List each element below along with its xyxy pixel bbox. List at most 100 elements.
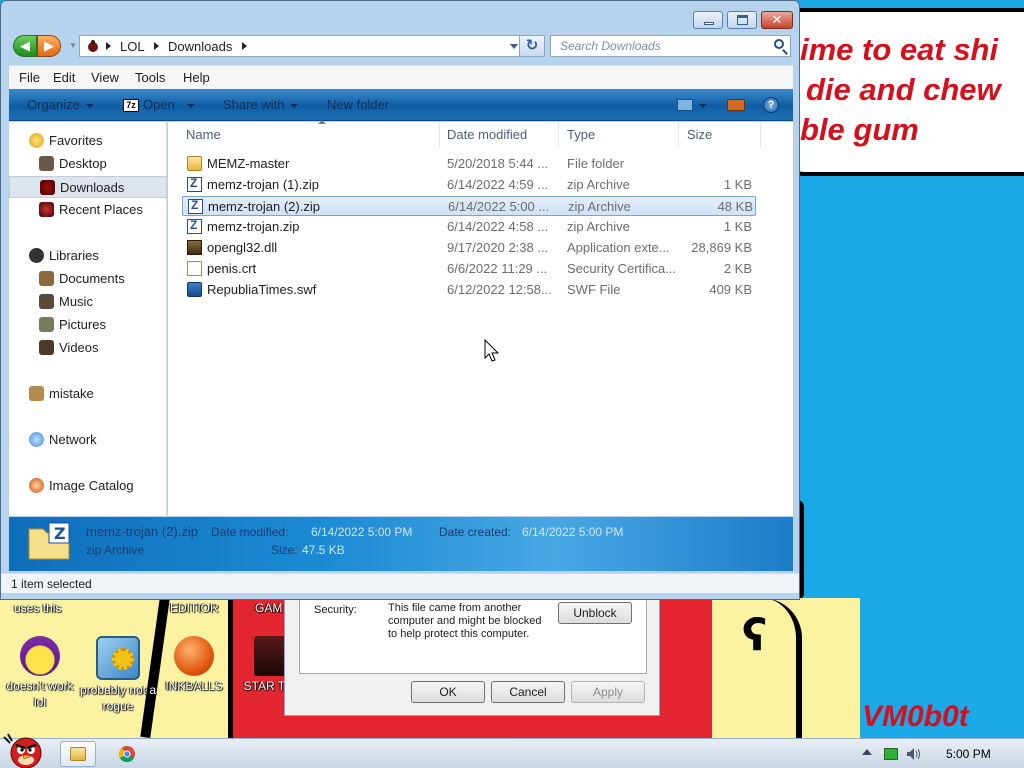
column-header-type[interactable]: Type bbox=[559, 122, 679, 148]
title-bar[interactable]: ✕ bbox=[1, 1, 799, 31]
breadcrumb-downloads[interactable]: Downloads bbox=[168, 39, 232, 54]
refresh-button[interactable]: ↻ bbox=[519, 35, 545, 57]
search-icon[interactable] bbox=[774, 39, 784, 49]
share-with-button[interactable]: Share with bbox=[223, 97, 299, 112]
breadcrumb-arrow-icon[interactable] bbox=[106, 42, 111, 50]
view-dropdown-icon[interactable] bbox=[699, 104, 707, 108]
file-type: zip Archive bbox=[567, 219, 630, 234]
column-header-date[interactable]: Date modified bbox=[439, 122, 559, 148]
menu-tools[interactable]: Tools bbox=[135, 70, 165, 85]
cancel-button[interactable]: Cancel bbox=[491, 681, 565, 703]
change-view-icon[interactable] bbox=[677, 99, 693, 111]
file-row[interactable]: memz-trojan (1).zip 6/14/2022 4:59 ... zip… bbox=[182, 175, 756, 195]
nav-recent-places[interactable]: Recent Places bbox=[9, 199, 167, 221]
desktop-icon-label-partial: EDITIOR bbox=[170, 601, 219, 615]
desktop-icon-yahoo-messenger[interactable]: doesn't work lol bbox=[0, 636, 80, 710]
breadcrumb-arrow-icon[interactable] bbox=[242, 42, 247, 50]
apply-button[interactable]: Apply bbox=[571, 681, 645, 703]
ok-button[interactable]: OK bbox=[411, 681, 485, 703]
minimize-button[interactable] bbox=[693, 11, 723, 29]
nav-downloads[interactable]: Downloads bbox=[9, 176, 167, 198]
file-row[interactable]: opengl32.dll 9/17/2020 2:38 ... Applicatio… bbox=[182, 238, 756, 258]
recent-places-icon bbox=[39, 202, 54, 217]
image-catalog-icon bbox=[29, 478, 44, 493]
column-header-name[interactable]: Name bbox=[178, 120, 440, 148]
gear-monitor-icon bbox=[96, 636, 140, 680]
file-name: RepubliaTimes.swf bbox=[207, 282, 317, 297]
nav-videos[interactable]: Videos bbox=[9, 337, 167, 359]
forward-button[interactable]: ▶ bbox=[37, 35, 61, 57]
nav-label: Pictures bbox=[59, 317, 106, 332]
organize-button[interactable]: Organize bbox=[27, 97, 94, 112]
breadcrumb-lol[interactable]: LOL bbox=[120, 39, 145, 54]
address-dropdown-icon[interactable] bbox=[510, 44, 518, 49]
folder-icon bbox=[70, 747, 86, 761]
nav-favorites[interactable]: Favorites bbox=[9, 130, 167, 152]
show-hidden-icons[interactable] bbox=[862, 749, 872, 755]
address-bar[interactable]: LOL Downloads bbox=[79, 35, 525, 57]
new-folder-button[interactable]: New folder bbox=[327, 97, 389, 112]
nav-music[interactable]: Music bbox=[9, 291, 167, 313]
forward-arrow-icon: ▶ bbox=[44, 38, 54, 53]
column-header-size[interactable]: Size bbox=[679, 122, 761, 148]
desktop-icon-rogue[interactable]: probably not a rogue bbox=[78, 636, 158, 714]
desktop-icon-inkballs[interactable]: INKBALLS bbox=[154, 636, 234, 694]
desktop-icon-label: doesn't work lol bbox=[6, 679, 74, 709]
status-bar: 1 item selected bbox=[1, 573, 799, 593]
properties-panel: Security: This file came from another co… bbox=[299, 598, 647, 674]
network-tray-icon[interactable] bbox=[884, 748, 898, 760]
breadcrumb-arrow-icon[interactable] bbox=[154, 42, 159, 50]
file-row[interactable]: memz-trojan (2).zip 6/14/2022 5:00 ... zip… bbox=[182, 196, 756, 216]
clock[interactable]: 5:00 PM bbox=[946, 747, 991, 761]
nav-mistake[interactable]: mistake bbox=[9, 383, 167, 405]
taskbar: 5:00 PM bbox=[0, 733, 1024, 768]
menu-edit[interactable]: Edit bbox=[53, 70, 75, 85]
nav-image-catalog[interactable]: Image Catalog bbox=[9, 475, 167, 497]
search-input[interactable]: Search Downloads bbox=[550, 35, 791, 57]
back-button[interactable]: ◀ bbox=[13, 35, 37, 57]
close-button[interactable]: ✕ bbox=[761, 11, 793, 29]
file-row[interactable]: penis.crt 6/6/2022 11:29 ... Security Cert… bbox=[182, 259, 756, 279]
file-type: File folder bbox=[567, 156, 625, 171]
file-date: 6/12/2022 12:58... bbox=[447, 282, 552, 297]
wallpaper-line-3: ble gum bbox=[800, 112, 919, 147]
menu-file[interactable]: File bbox=[19, 70, 40, 85]
file-date: 6/14/2022 4:58 ... bbox=[447, 219, 549, 234]
help-icon[interactable]: ? bbox=[763, 97, 779, 113]
open-label: Open bbox=[143, 97, 175, 112]
file-type: Application exte... bbox=[567, 240, 670, 255]
nav-label: Videos bbox=[59, 340, 99, 355]
file-size: 409 KB bbox=[709, 282, 752, 297]
nav-pictures[interactable]: Pictures bbox=[9, 314, 167, 336]
zip-icon bbox=[187, 218, 202, 234]
menu-view[interactable]: View bbox=[91, 70, 119, 85]
unblock-button[interactable]: Unblock bbox=[558, 602, 632, 624]
file-name: memz-trojan (1).zip bbox=[207, 177, 319, 192]
nav-label: Recent Places bbox=[59, 202, 143, 217]
mouse-cursor-icon bbox=[484, 339, 500, 362]
open-button[interactable]: 7z Open bbox=[123, 97, 195, 113]
network-icon bbox=[29, 432, 44, 447]
preview-pane-icon[interactable] bbox=[727, 99, 745, 111]
file-row[interactable]: memz-trojan.zip 6/14/2022 4:58 ... zip Arc… bbox=[182, 217, 756, 237]
menu-help[interactable]: Help bbox=[183, 70, 210, 85]
start-button[interactable] bbox=[0, 731, 52, 768]
nav-documents[interactable]: Documents bbox=[9, 268, 167, 290]
taskbar-chrome[interactable] bbox=[114, 741, 140, 767]
status-text: 1 item selected bbox=[11, 577, 92, 591]
wallpaper-line-1: ime to eat shi bbox=[800, 32, 999, 67]
file-row[interactable]: RepubliaTimes.swf 6/12/2022 12:58... SWF F… bbox=[182, 280, 756, 300]
folder-icon bbox=[187, 156, 202, 171]
file-row[interactable]: MEMZ-master 5/20/2018 5:44 ... File folder bbox=[182, 154, 756, 174]
file-type: zip Archive bbox=[567, 177, 630, 192]
nav-network[interactable]: Network bbox=[9, 429, 167, 451]
nav-libraries[interactable]: Libraries bbox=[9, 245, 167, 267]
wallpaper-line-2: die and chew bbox=[806, 72, 1001, 107]
volume-icon[interactable] bbox=[906, 747, 922, 761]
certificate-icon bbox=[187, 261, 202, 276]
file-properties-dialog: Security: This file came from another co… bbox=[284, 598, 660, 716]
taskbar-explorer[interactable] bbox=[60, 741, 96, 767]
nav-desktop[interactable]: Desktop bbox=[9, 153, 167, 175]
recent-pages-dropdown[interactable]: ▼ bbox=[69, 41, 77, 50]
maximize-button[interactable] bbox=[727, 11, 757, 29]
